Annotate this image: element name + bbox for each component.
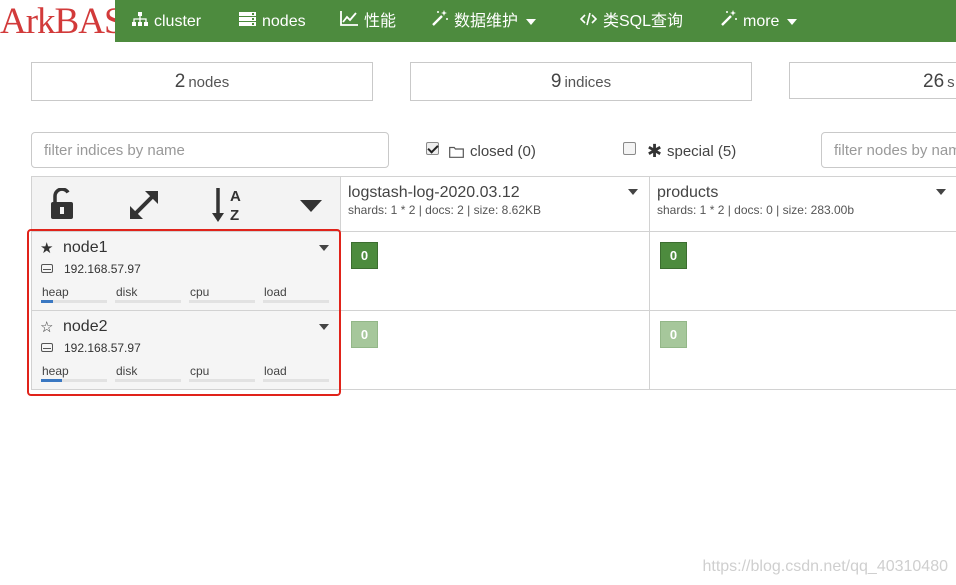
filter-nodes-input[interactable]	[821, 132, 956, 168]
nav-sql-query-label: 类SQL查询	[603, 13, 684, 31]
code-icon	[579, 0, 598, 44]
closed-checkbox[interactable]	[426, 142, 439, 155]
nav-data-maintenance-label: 数据维护	[454, 13, 519, 31]
index-name: products	[657, 184, 719, 201]
watermark: https://blog.csdn.net/qq_40310480	[702, 558, 948, 575]
index-meta: shards: 1 * 2 | docs: 0 | size: 283.00b	[657, 203, 855, 217]
special-label: special (5)	[667, 143, 737, 160]
nodes-count-box: 2 nodes	[31, 62, 373, 101]
caret-down-icon[interactable]	[936, 189, 946, 195]
index-name: logstash-log-2020.03.12	[348, 184, 520, 201]
special-checkbox[interactable]	[623, 142, 636, 155]
folder-icon	[449, 145, 464, 163]
shards-count: 26	[923, 71, 945, 92]
shard-primary[interactable]: 0	[351, 242, 378, 269]
svg-text:A: A	[230, 188, 241, 205]
nav-nodes-label: nodes	[262, 13, 306, 31]
grid-toolbar: AZ	[31, 177, 340, 231]
sort-az-icon[interactable]: AZ	[210, 186, 246, 224]
nav-performance[interactable]: 性能	[340, 0, 396, 42]
index-header-logstash[interactable]: logstash-log-2020.03.12 shards: 1 * 2 | …	[341, 177, 648, 231]
index-meta: shards: 1 * 2 | docs: 2 | size: 8.62KB	[348, 203, 542, 217]
indices-count: 9	[550, 71, 562, 92]
caret-down-icon[interactable]	[299, 199, 323, 213]
nav-sql-query[interactable]: 类SQL查询	[579, 0, 684, 44]
grid-border	[31, 176, 956, 177]
index-header-products[interactable]: products shards: 1 * 2 | docs: 0 | size:…	[650, 177, 956, 231]
magic-wand-icon	[431, 0, 448, 44]
shards-count-unit: s	[947, 74, 955, 91]
filter-indices-input[interactable]	[31, 132, 389, 168]
magic-wand-icon	[720, 0, 737, 44]
caret-down-icon[interactable]	[628, 189, 638, 195]
chevron-down-icon	[526, 19, 537, 25]
nav-cluster-label: cluster	[154, 13, 202, 31]
line-chart-icon	[340, 0, 358, 44]
logo-text: ArkBASE	[0, 1, 115, 42]
highlight-box	[27, 229, 341, 396]
nav-cluster[interactable]: cluster	[132, 0, 201, 42]
indices-count-unit: indices	[564, 74, 612, 91]
logo[interactable]: ArkBASE	[0, 0, 115, 42]
nodes-count: 2	[174, 71, 186, 92]
indices-count-box: 9 indices	[410, 62, 752, 101]
top-nav: ArkBASE cluster nodes 性能 数据维护 类SQL查询 mor…	[0, 0, 956, 42]
unlock-icon[interactable]	[47, 187, 77, 221]
svg-text:Z: Z	[230, 207, 239, 224]
shard-replica[interactable]: 0	[660, 321, 687, 348]
grid-border	[649, 176, 650, 390]
nav-data-maintenance[interactable]: 数据维护	[431, 0, 537, 44]
nav-more[interactable]: more	[720, 0, 798, 44]
asterisk-icon: ✱	[647, 141, 663, 161]
chevron-down-icon	[787, 19, 798, 25]
sitemap-icon	[132, 0, 148, 44]
shard-primary[interactable]: 0	[660, 242, 687, 269]
shards-count-box: 26 s	[789, 62, 956, 99]
nav-nodes[interactable]: nodes	[239, 0, 306, 42]
nav-performance-label: 性能	[364, 13, 397, 31]
server-icon	[239, 0, 256, 44]
shard-replica[interactable]: 0	[351, 321, 378, 348]
expand-icon[interactable]	[127, 188, 161, 222]
nodes-count-unit: nodes	[188, 74, 230, 91]
nav-more-label: more	[743, 13, 780, 31]
closed-label: closed (0)	[470, 143, 536, 160]
